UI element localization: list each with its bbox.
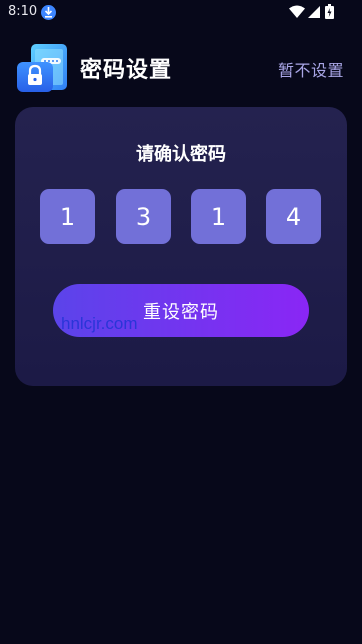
confirm-password-card: 请确认密码 1 3 1 4 重设密码 hnlcjr.com bbox=[15, 107, 347, 386]
download-icon bbox=[41, 5, 56, 20]
status-time: 8:10 bbox=[8, 4, 38, 19]
status-bar: 8:10 bbox=[0, 0, 362, 26]
confirm-password-title: 请确认密码 bbox=[136, 144, 226, 165]
password-settings-screen: 8:10 密码设置 暂不设置 请确认密码 1 3 1 4 重设密码 hnlcjr… bbox=[0, 0, 362, 644]
pin-digit-4[interactable]: 4 bbox=[266, 189, 321, 244]
signal-icon bbox=[308, 6, 320, 18]
lock-phone-icon bbox=[17, 44, 67, 92]
pin-digit-2[interactable]: 3 bbox=[116, 189, 171, 244]
skip-button[interactable]: 暂不设置 bbox=[278, 57, 344, 81]
wifi-icon bbox=[289, 5, 305, 18]
pin-digit-1[interactable]: 1 bbox=[40, 189, 95, 244]
battery-icon bbox=[325, 4, 334, 19]
page-title: 密码设置 bbox=[80, 58, 173, 83]
pin-digit-3[interactable]: 1 bbox=[191, 189, 246, 244]
watermark-text: hnlcjr.com bbox=[61, 314, 138, 333]
